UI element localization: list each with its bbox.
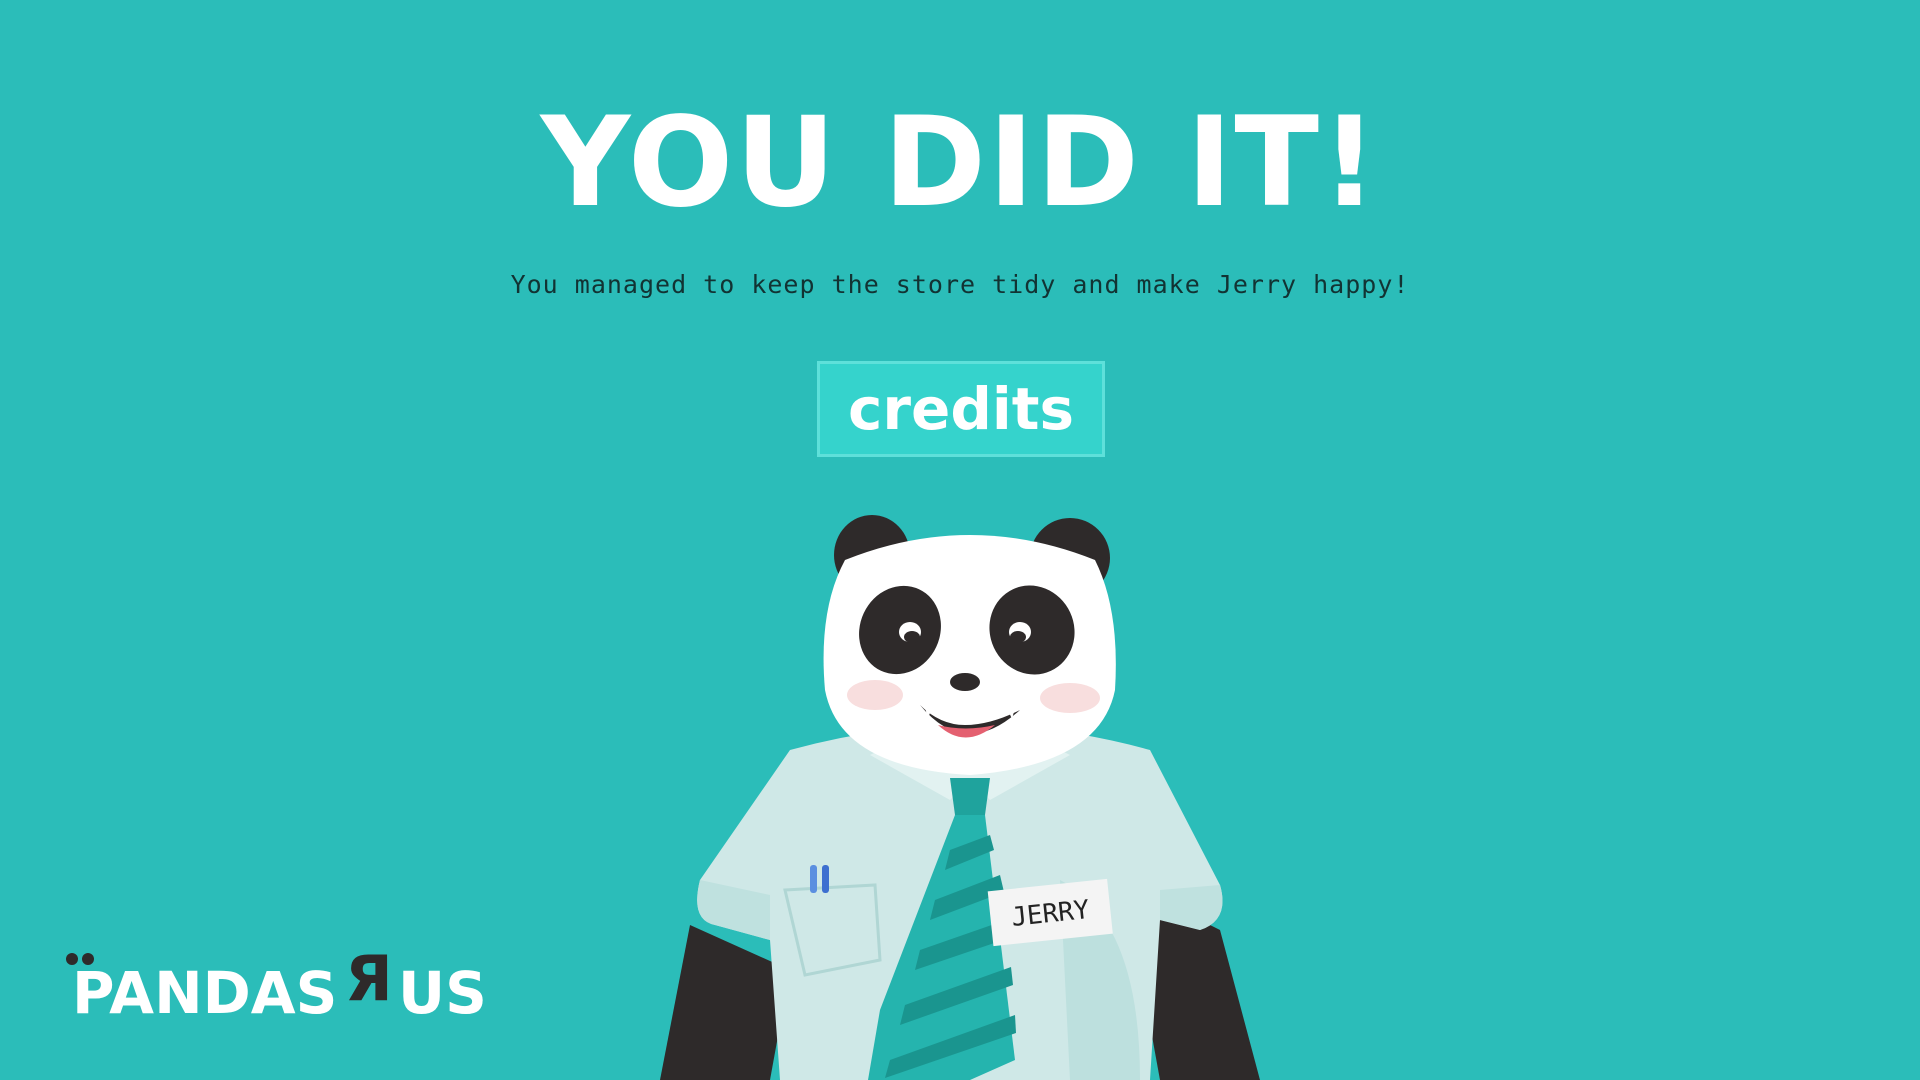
panda-ears-icon [66,953,94,965]
panda-character: JERRY [660,515,1260,1080]
pen-icon [822,865,829,893]
credits-button[interactable]: credits [817,361,1105,457]
logo-text-pandas: PANDAS [72,959,338,1027]
subtitle: You managed to keep the store tidy and m… [510,270,1410,299]
pandas-r-us-logo: PANDAS Я US [64,944,504,1030]
left-cheek [847,680,903,710]
headline: YOU DID IT! [540,91,1380,235]
right-cheek [1040,683,1100,713]
nose [950,673,980,691]
pen-icon [810,865,817,893]
tie-knot [950,778,990,815]
left-arm [660,925,790,1080]
logo-text-r: Я [345,942,393,1015]
logo-text-us: US [398,959,487,1027]
